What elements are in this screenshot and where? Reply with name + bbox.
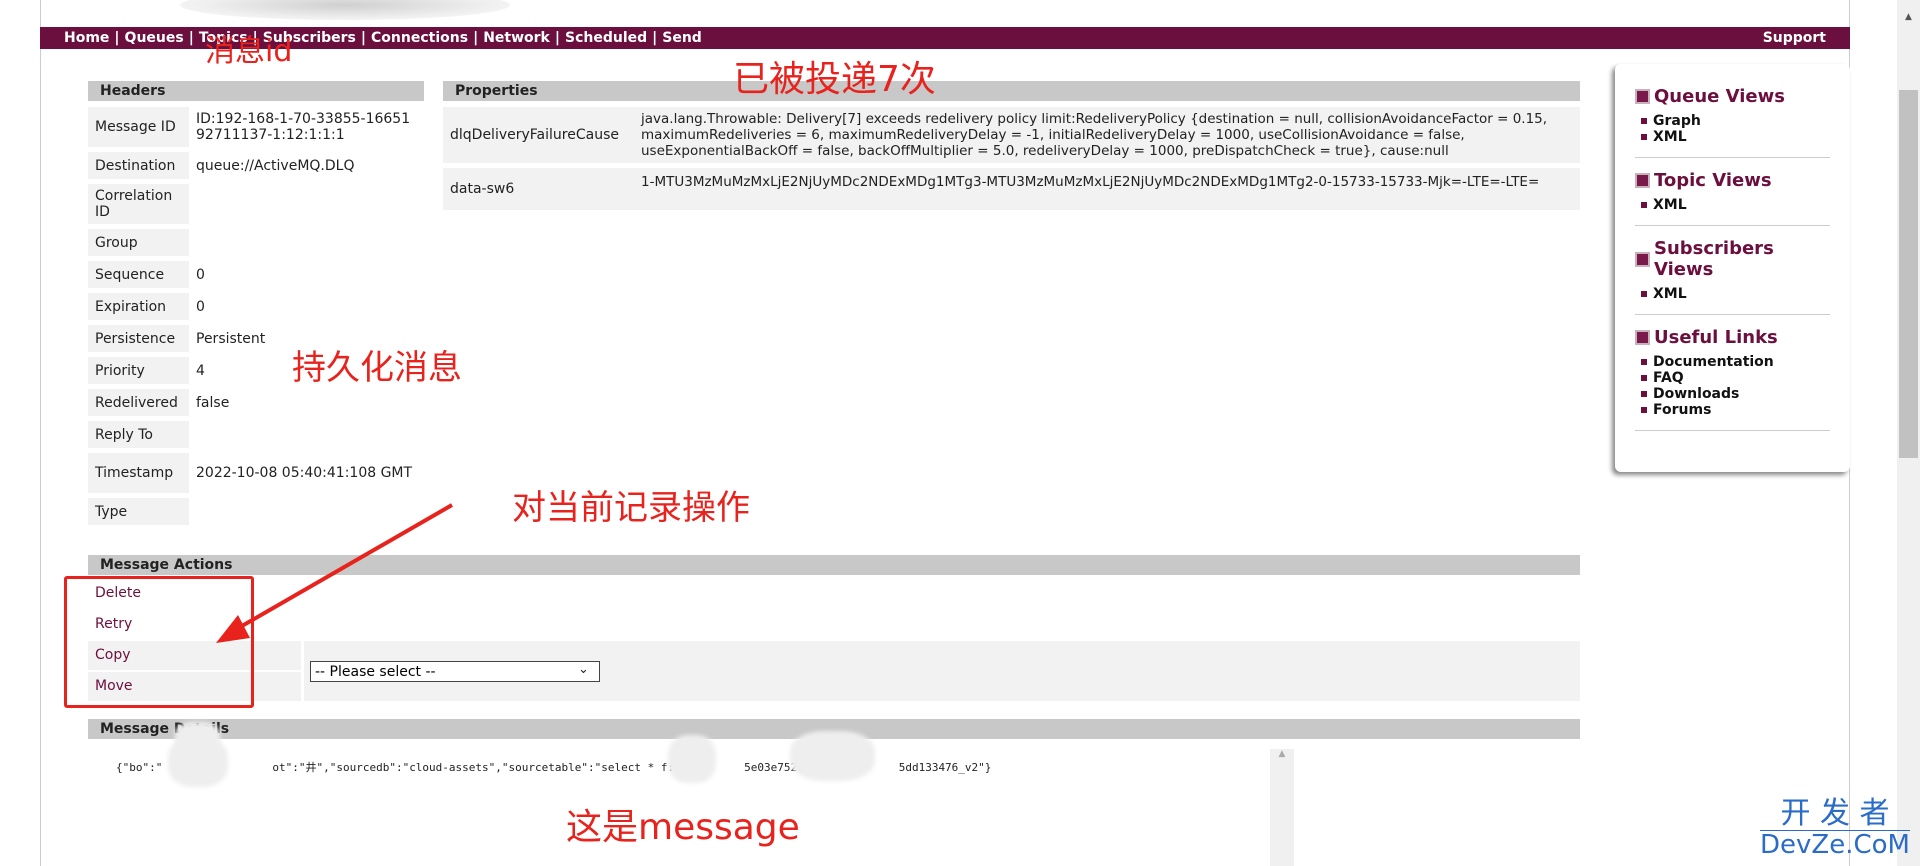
devze-watermark: 开 发 者 DevZe.CoM	[1760, 796, 1910, 860]
annotation-arrow-icon	[216, 503, 453, 643]
